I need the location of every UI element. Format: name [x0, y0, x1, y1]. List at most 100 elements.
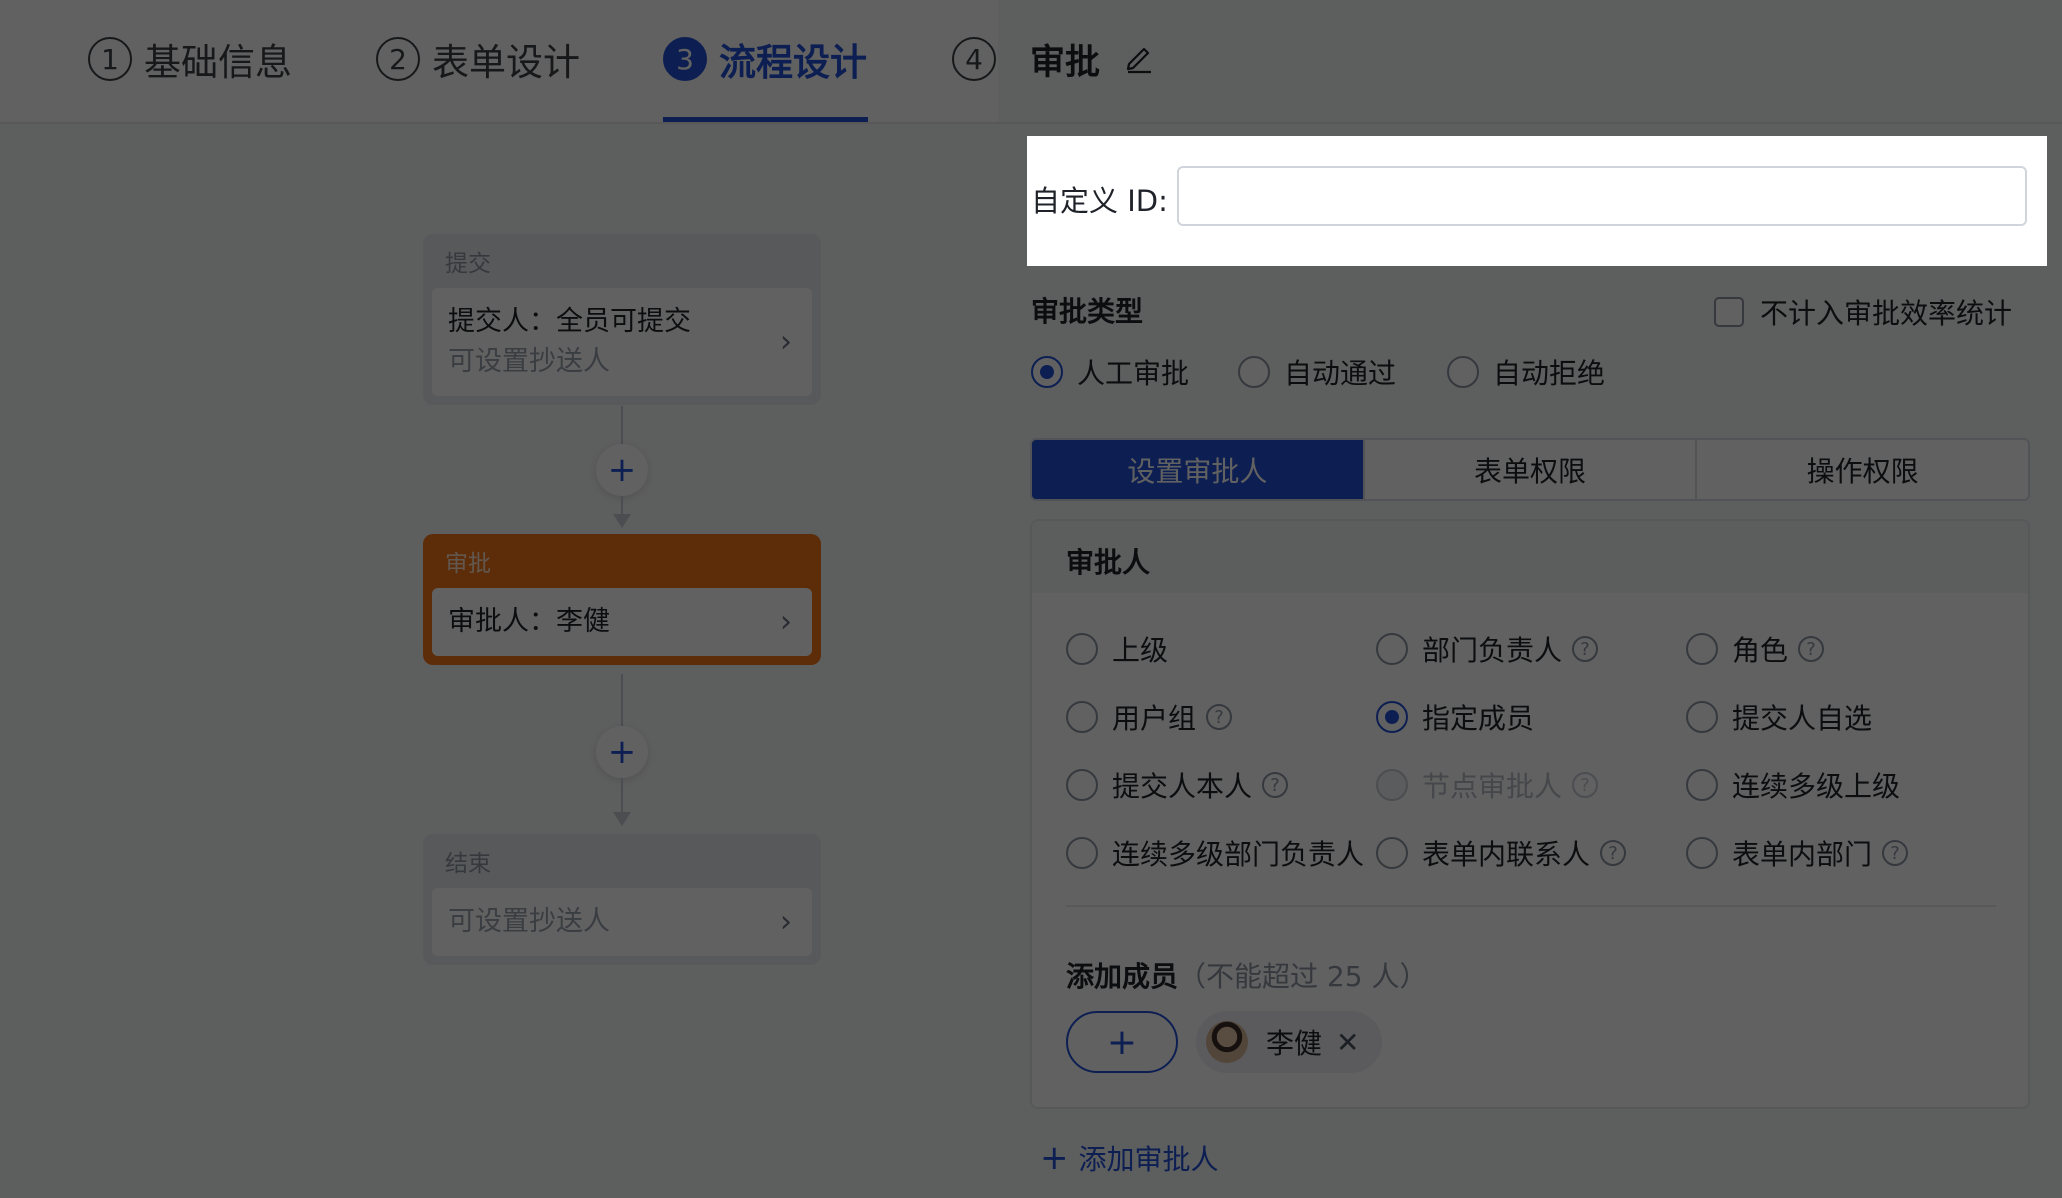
help-icon[interactable]: ? [1798, 636, 1825, 662]
custom-id-input[interactable] [1177, 166, 2027, 226]
step-number: 3 [663, 37, 707, 81]
radio-label: 自动拒绝 [1493, 357, 1606, 390]
radio-button[interactable] [1376, 701, 1408, 733]
approver-option-form-department[interactable]: 表单内部门 ? [1686, 833, 1909, 873]
radio-button[interactable] [1066, 633, 1098, 665]
node-title: 审批 [445, 551, 491, 577]
add-member-limit-hint: （不能超过 25 人） [1178, 960, 1428, 993]
custom-id-highlight: 自定义 ID: [1027, 136, 2047, 266]
approver-option-multi-level-superior[interactable]: 连续多级上级 [1686, 765, 1900, 805]
add-member-button[interactable]: + [1066, 1011, 1178, 1073]
tab-form-permissions[interactable]: 表单权限 [1365, 440, 1698, 499]
node-body[interactable]: 可设置抄送人 › [432, 888, 812, 956]
flow-editor: 1 基础信息 2 表单设计 3 流程设计 4 提交 提交人：全员可提交 可设置抄… [0, 0, 998, 1198]
add-node-button[interactable]: + [596, 444, 648, 496]
radio-button[interactable] [1686, 701, 1718, 733]
approver-card: 审批人 上级 部门负责人 ? 角色 ? 用户组 ? 指定成员 提交人自选 提交人… [1030, 519, 2030, 1109]
cc-hint: 可设置抄送人 [448, 906, 610, 937]
approver-option-form-contact[interactable]: 表单内联系人 ? [1376, 833, 1627, 873]
tab-set-approver[interactable]: 设置审批人 [1032, 440, 1365, 499]
radio-label: 节点审批人 [1422, 770, 1563, 803]
member-name: 李健 [1266, 1027, 1323, 1060]
settings-tabs: 设置审批人 表单权限 操作权限 [1030, 438, 2030, 501]
help-icon[interactable]: ? [1882, 840, 1909, 866]
connector-line [621, 496, 623, 516]
approve-node[interactable]: 审批 审批人：李健 › [423, 534, 821, 665]
radio-label: 提交人本人 [1112, 770, 1253, 803]
radio-label: 表单内部门 [1732, 838, 1873, 871]
arrow-down-icon [613, 514, 631, 528]
end-node[interactable]: 结束 可设置抄送人 › [423, 834, 821, 965]
step-label: 表单设计 [432, 41, 580, 84]
approval-type-title: 审批类型 [1031, 295, 1144, 328]
approver-option-dept-head[interactable]: 部门负责人 ? [1376, 629, 1599, 669]
radio-button[interactable] [1686, 633, 1718, 665]
checkbox-box[interactable] [1714, 297, 1744, 327]
help-icon[interactable]: ? [1206, 704, 1233, 730]
add-approver-link[interactable]: + 添加审批人 [1040, 1138, 1219, 1178]
help-icon[interactable]: ? [1572, 636, 1599, 662]
approval-type-manual[interactable]: 人工审批 [1031, 352, 1189, 392]
panel-title: 审批 [1030, 43, 1101, 83]
exclude-stats-checkbox[interactable]: 不计入审批效率统计 [1714, 292, 2012, 332]
radio-button[interactable] [1376, 837, 1408, 869]
submitter-text: 提交人：全员可提交 [448, 306, 691, 337]
approver-option-specific-member[interactable]: 指定成员 [1376, 697, 1534, 737]
tab-operation-permissions[interactable]: 操作权限 [1697, 440, 2028, 499]
approval-type-auto-reject[interactable]: 自动拒绝 [1447, 352, 1605, 392]
step-number: 1 [88, 37, 132, 81]
avatar [1206, 1021, 1248, 1063]
radio-button[interactable] [1686, 769, 1718, 801]
approver-option-submitter-choice[interactable]: 提交人自选 [1686, 697, 1872, 737]
connector-line [621, 778, 623, 814]
approver-title: 审批人 [1066, 546, 1151, 579]
radio-button[interactable] [1066, 701, 1098, 733]
edit-pencil-icon[interactable] [1122, 40, 1156, 74]
arrow-down-icon [613, 812, 631, 826]
chevron-right-icon: › [780, 324, 792, 360]
node-body[interactable]: 审批人：李健 › [432, 588, 812, 656]
radio-button[interactable] [1031, 356, 1063, 388]
add-member-label: 添加成员（不能超过 25 人） [1066, 955, 1427, 995]
approver-option-submitter-self[interactable]: 提交人本人 ? [1066, 765, 1289, 805]
radio-label: 用户组 [1112, 702, 1197, 735]
help-icon[interactable]: ? [1262, 772, 1289, 798]
radio-button[interactable] [1376, 633, 1408, 665]
radio-button[interactable] [1066, 837, 1098, 869]
step-number: 2 [376, 37, 420, 81]
chevron-right-icon: › [780, 604, 792, 640]
step-label: 基础信息 [144, 41, 292, 84]
help-icon[interactable]: ? [1572, 772, 1599, 798]
step-basic-info[interactable]: 1 基础信息 [88, 32, 292, 86]
member-chip: 李健 ✕ [1196, 1011, 1382, 1073]
approver-card-header: 审批人 [1032, 521, 2028, 593]
chevron-right-icon: › [780, 904, 792, 940]
cc-hint: 可设置抄送人 [448, 346, 610, 377]
approver-option-superior[interactable]: 上级 [1066, 629, 1168, 669]
radio-button[interactable] [1447, 356, 1479, 388]
approval-type-auto-pass[interactable]: 自动通过 [1238, 352, 1396, 392]
step-flow-design[interactable]: 3 流程设计 [663, 32, 867, 86]
remove-member-icon[interactable]: ✕ [1336, 1026, 1359, 1059]
active-step-underline [663, 117, 868, 122]
add-node-button[interactable]: + [596, 726, 648, 778]
step-number: 4 [952, 37, 996, 81]
radio-button[interactable] [1066, 769, 1098, 801]
node-body[interactable]: 提交人：全员可提交 可设置抄送人 › [432, 288, 812, 396]
radio-button[interactable] [1238, 356, 1270, 388]
radio-label: 连续多级上级 [1732, 770, 1901, 803]
node-title: 提交 [445, 251, 491, 277]
step-label: 流程设计 [719, 41, 867, 84]
panel-header: 审批 [998, 0, 2062, 124]
radio-label: 角色 [1732, 634, 1789, 667]
radio-button[interactable] [1686, 837, 1718, 869]
submit-node[interactable]: 提交 提交人：全员可提交 可设置抄送人 › [423, 234, 821, 405]
approver-text: 审批人：李健 [448, 606, 610, 637]
help-icon[interactable]: ? [1600, 840, 1627, 866]
approver-option-user-group[interactable]: 用户组 ? [1066, 697, 1233, 737]
custom-id-label: 自定义 ID: [1031, 184, 1168, 218]
step-form-design[interactable]: 2 表单设计 [376, 32, 580, 86]
approver-option-role[interactable]: 角色 ? [1686, 629, 1825, 669]
radio-label: 连续多级部门负责人 [1112, 838, 1365, 871]
approver-option-multi-level-dept-head[interactable]: 连续多级部门负责人 [1066, 833, 1364, 873]
